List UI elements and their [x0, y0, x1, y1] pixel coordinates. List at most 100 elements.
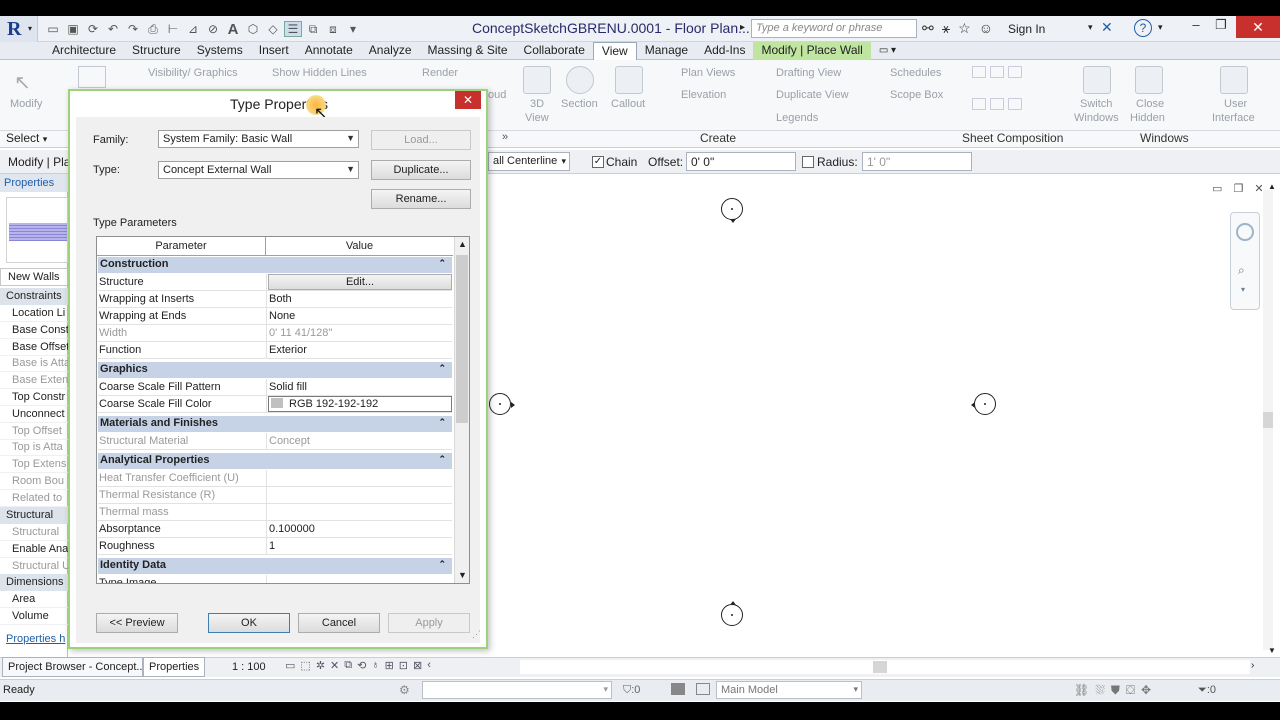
param-row[interactable]: Coarse Scale Fill Pattern Solid fill: [98, 379, 452, 396]
edit-structure-button[interactable]: Edit...: [268, 274, 452, 290]
view-scale[interactable]: 1 : 100: [232, 661, 266, 673]
elevation-marker-west[interactable]: [489, 393, 515, 415]
drafting-view-button[interactable]: Drafting View: [776, 67, 841, 79]
switch-windows-icon[interactable]: ⧈: [324, 21, 342, 37]
tab-manage[interactable]: Manage: [637, 42, 696, 60]
favorites-icon[interactable]: ☆: [958, 20, 971, 37]
param-group-header[interactable]: Materials and Finishes ⌃: [98, 416, 452, 432]
elevation-marker-south[interactable]: [721, 601, 743, 626]
param-value[interactable]: Both: [269, 293, 451, 305]
tab-project-browser[interactable]: Project Browser - Concept...: [2, 657, 143, 677]
constraints-row[interactable]: Related to: [0, 490, 68, 507]
section-icon[interactable]: ◇: [264, 21, 282, 37]
modify-button[interactable]: Modify: [10, 98, 42, 110]
design-options-icon[interactable]: [696, 683, 710, 695]
elevation-marker-east[interactable]: [971, 393, 996, 415]
user-interface-button-line2[interactable]: Interface: [1212, 112, 1255, 124]
application-menu-button[interactable]: R ▾: [0, 16, 38, 42]
param-value[interactable]: RGB 192-192-192: [268, 396, 452, 412]
apply-button[interactable]: Apply: [388, 613, 470, 633]
cloud-render-button[interactable]: oud: [488, 89, 506, 101]
elevation-marker-north[interactable]: [721, 198, 743, 223]
3d-view-icon[interactable]: [523, 66, 551, 94]
param-value[interactable]: None: [269, 310, 451, 322]
undo-icon[interactable]: ↶: [104, 21, 122, 37]
tab-view[interactable]: View: [592, 41, 637, 60]
filter-icon[interactable]: ⛉: [623, 684, 631, 696]
grid-scroll-thumb[interactable]: [456, 255, 468, 423]
matchline-icon[interactable]: [1008, 98, 1022, 110]
ok-button[interactable]: OK: [208, 613, 290, 633]
constraints-row[interactable]: Base Extens: [0, 372, 68, 390]
ribbon-minimize-icon[interactable]: ▭ ▾: [871, 42, 904, 60]
callout-button[interactable]: Callout: [611, 98, 645, 110]
guide-grid-icon[interactable]: [990, 98, 1004, 110]
cancel-button[interactable]: Cancel: [298, 613, 380, 633]
param-row[interactable]: Thermal mass: [98, 504, 452, 521]
visibility-graphics-button[interactable]: Visibility/ Graphics: [148, 67, 238, 79]
load-button[interactable]: Load...: [371, 130, 471, 150]
props-group-structural[interactable]: Structural: [0, 507, 68, 524]
show-crop-icon[interactable]: ⟲: [357, 659, 366, 672]
rename-button[interactable]: Rename...: [371, 189, 471, 209]
properties-help-link[interactable]: Properties h: [6, 633, 65, 645]
param-row[interactable]: Heat Transfer Coefficient (U): [98, 470, 452, 487]
elevation-button[interactable]: Elevation: [681, 89, 726, 101]
visual-style-icon[interactable]: ⬚: [300, 659, 310, 672]
dimensions-row[interactable]: Area: [0, 591, 68, 608]
close-hidden-icon[interactable]: [1135, 66, 1163, 94]
temp-properties-icon[interactable]: ⊡: [399, 659, 408, 672]
worksets-icon[interactable]: ⚙: [399, 683, 410, 697]
constraints-row[interactable]: Top Offset: [0, 423, 68, 440]
sign-in-dropdown-icon[interactable]: ▾: [1088, 22, 1093, 33]
tab-add-ins[interactable]: Add-Ins: [696, 42, 753, 60]
dialog-title-bar[interactable]: Type Properties ↖: [70, 91, 486, 122]
exchange-icon[interactable]: ✕: [1101, 19, 1113, 36]
grid-scroll-down-icon[interactable]: ▼: [458, 570, 467, 580]
constraints-row[interactable]: Base is Atta: [0, 355, 68, 373]
schedules-button[interactable]: Schedules: [890, 67, 941, 79]
param-row[interactable]: Absorptance 0.100000: [98, 521, 452, 538]
titleblock-icon[interactable]: [990, 66, 1004, 78]
scroll-right-icon[interactable]: ›: [1251, 660, 1254, 671]
plan-views-button[interactable]: Plan Views: [681, 67, 735, 79]
3d-view-icon[interactable]: ⬡: [244, 21, 262, 37]
param-row[interactable]: Type Image: [98, 575, 452, 583]
print-icon[interactable]: ⎙: [144, 21, 162, 37]
redo-icon[interactable]: ↷: [124, 21, 142, 37]
sheet-icon[interactable]: [972, 66, 986, 78]
param-row[interactable]: Thermal Resistance (R): [98, 487, 452, 504]
collapse-view-bar-icon[interactable]: ‹: [427, 659, 431, 672]
props-group-constraints[interactable]: Constraints: [0, 288, 68, 305]
switch-windows-icon[interactable]: [1083, 66, 1111, 94]
close-window-button[interactable]: ✕: [1236, 16, 1280, 38]
duplicate-view-button[interactable]: Duplicate View: [776, 89, 849, 101]
param-row[interactable]: Roughness 1: [98, 538, 452, 555]
sun-path-icon[interactable]: ✲: [316, 659, 325, 672]
type-select[interactable]: Concept External Wall ▼: [158, 161, 359, 179]
constraints-row[interactable]: Room Bou: [0, 473, 68, 490]
user-interface-icon[interactable]: [1220, 66, 1248, 94]
column-header-value[interactable]: Value: [266, 237, 453, 256]
radius-input[interactable]: 1' 0": [862, 152, 972, 171]
canvas-vscroll-thumb[interactable]: [1263, 412, 1273, 428]
open-icon[interactable]: ▭: [44, 21, 62, 37]
dimensions-row[interactable]: Volume: [0, 608, 68, 625]
preview-button[interactable]: << Preview: [96, 613, 178, 633]
help-icon[interactable]: ?: [1134, 19, 1152, 37]
render-button[interactable]: Render: [422, 67, 458, 79]
constraints-row[interactable]: Top Constr: [0, 389, 68, 406]
structural-row[interactable]: Enable Ana: [0, 541, 68, 558]
place-view-icon[interactable]: [1008, 66, 1022, 78]
minimize-button[interactable]: –: [1183, 17, 1209, 37]
zoom-icon[interactable]: ⌕: [1238, 263, 1245, 278]
search-expand-icon[interactable]: ▸: [740, 22, 745, 33]
param-value[interactable]: Concept: [269, 435, 451, 447]
collapse-group-icon[interactable]: ⌃: [438, 417, 446, 428]
tab-massing-site[interactable]: Massing & Site: [420, 42, 516, 60]
param-row[interactable]: Structural Material Concept: [98, 433, 452, 450]
analytical-model-icon[interactable]: ⊠: [413, 659, 422, 672]
editable-only-icon[interactable]: [671, 683, 685, 695]
location-line-select[interactable]: all Centerline ▾: [488, 152, 570, 171]
param-group-header[interactable]: Graphics ⌃: [98, 362, 452, 378]
